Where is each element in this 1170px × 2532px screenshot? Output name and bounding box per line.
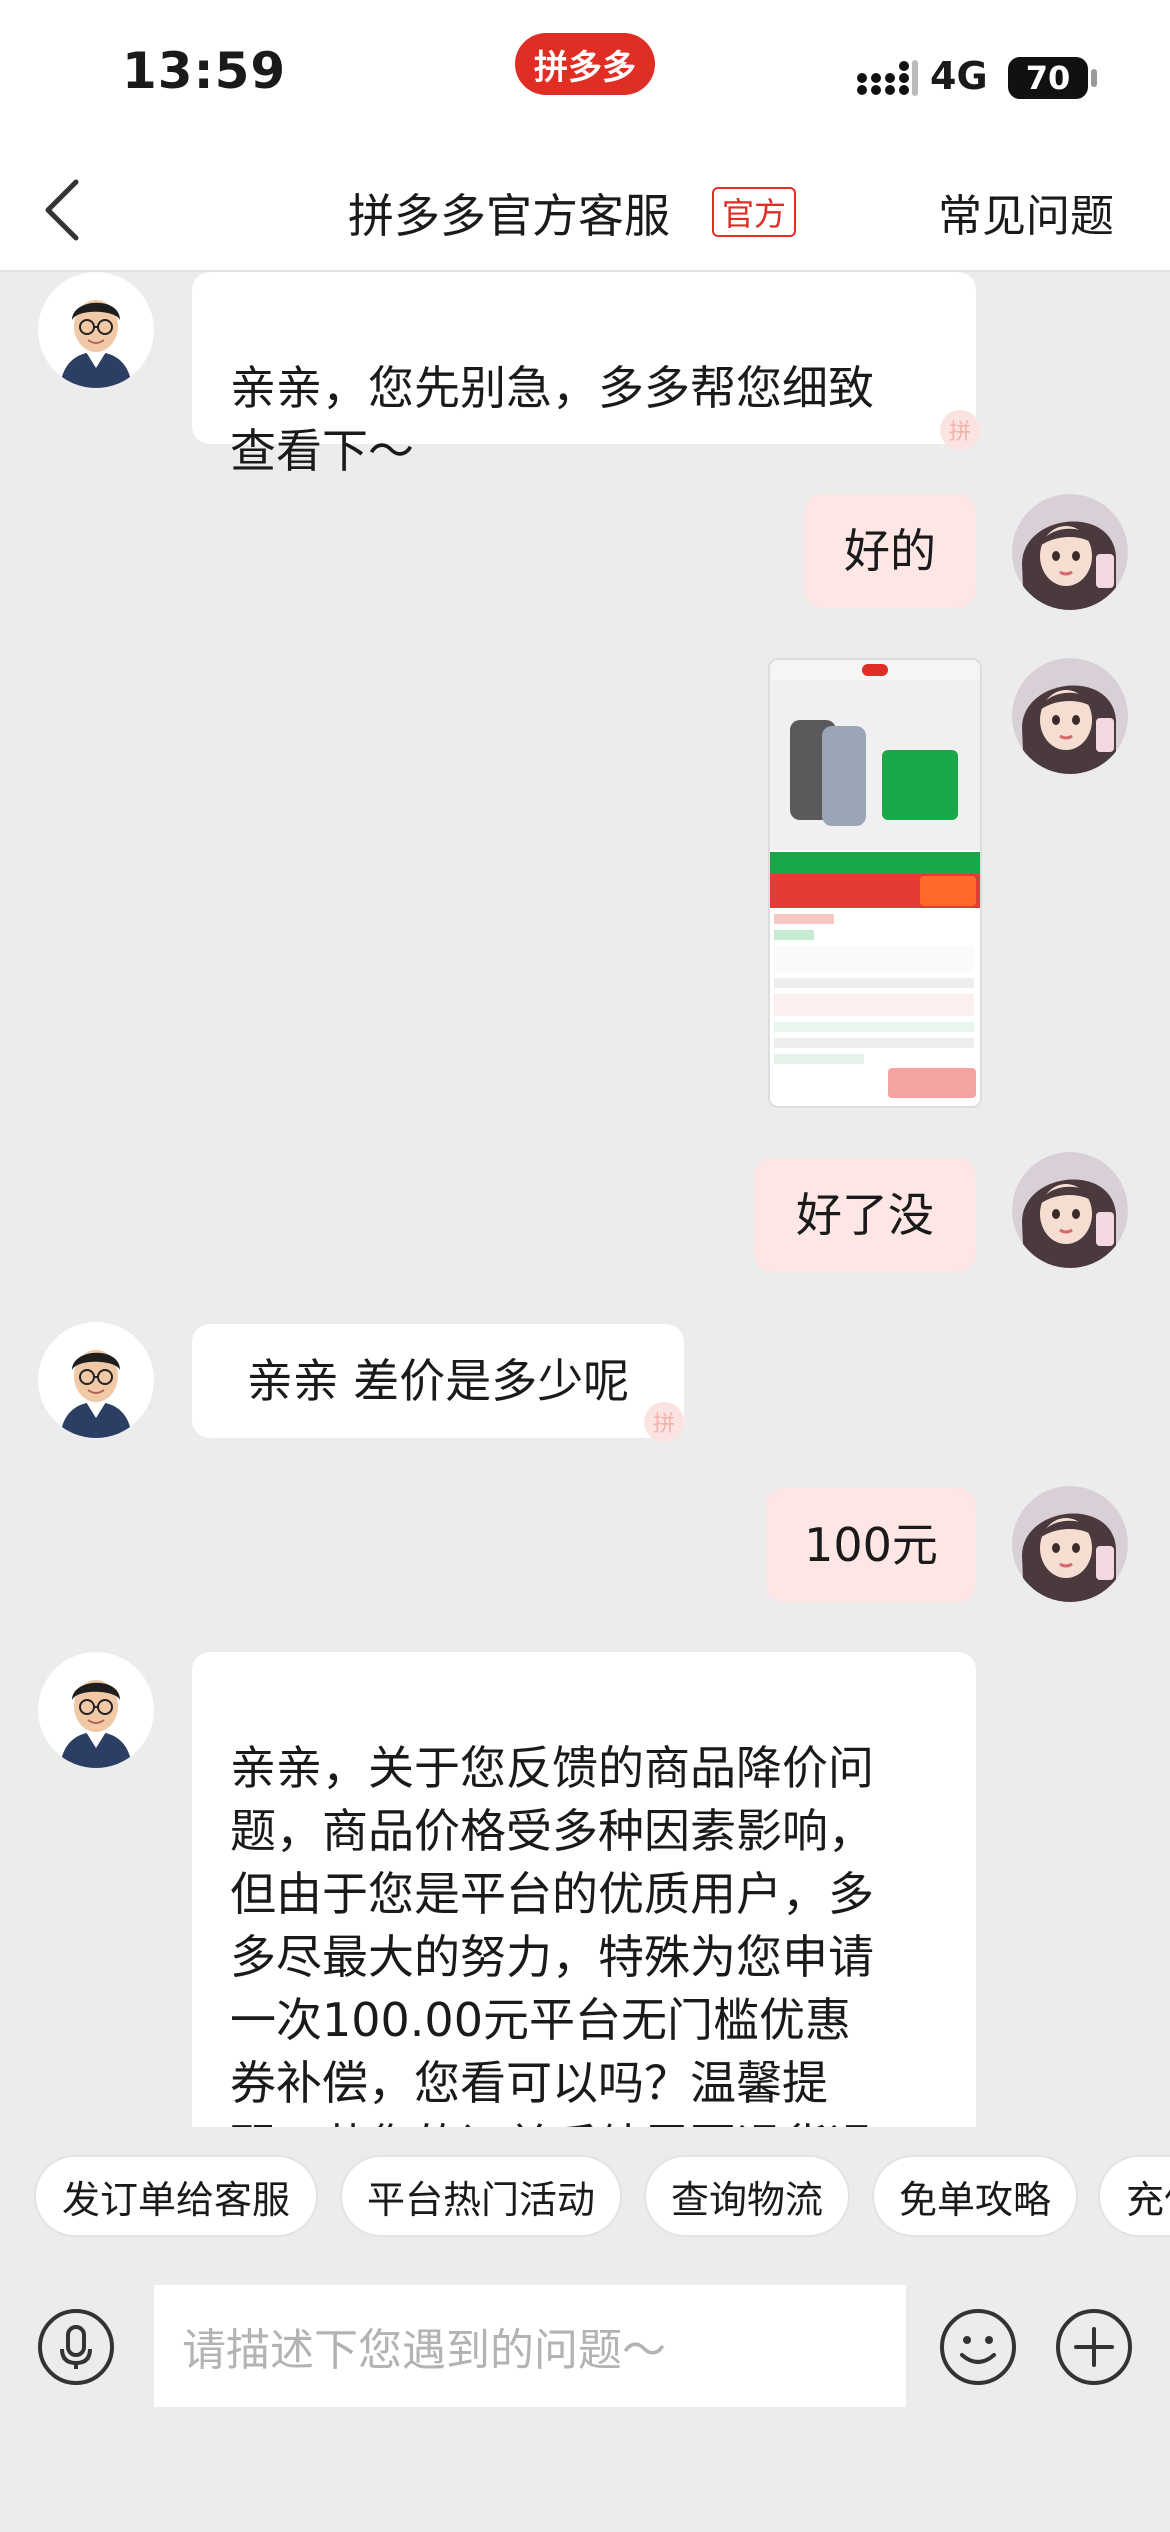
agent-avatar[interactable] (38, 272, 154, 388)
user-message[interactable]: 好了没 (754, 1158, 976, 1272)
input-bar: 请描述下您遇到的问题～ (0, 2267, 1170, 2532)
message-text: 好了没 (796, 1187, 934, 1242)
user-avatar[interactable] (1012, 1486, 1128, 1602)
chat-area[interactable]: 亲亲，您先别急，多多帮您细致 查看下～ 拼 好的 好了没 亲亲 差价是多少呢 拼… (0, 272, 1170, 2127)
page-title: 拼多多官方客服 (348, 189, 670, 243)
message-text: 100元 (804, 1517, 938, 1572)
user-message[interactable]: 好的 (804, 494, 976, 608)
image-message[interactable] (768, 658, 982, 1108)
message-text: 亲亲 差价是多少呢 (246, 1353, 630, 1408)
pdd-watermark-icon: 拼 (940, 410, 980, 450)
emoji-icon[interactable] (938, 2307, 1018, 2387)
pdd-watermark-icon: 拼 (644, 1402, 684, 1442)
quick-reply-bar: 发订单给客服 平台热门活动 查询物流 免单攻略 充值 (0, 2127, 1170, 2267)
microphone-icon[interactable] (36, 2307, 116, 2387)
battery-tip-icon (1091, 69, 1097, 87)
user-avatar[interactable] (1012, 494, 1128, 610)
agent-avatar[interactable] (38, 1322, 154, 1438)
nav-bar: 拼多多官方客服 官方 常见问题 (0, 150, 1170, 272)
quick-reply-track-shipping[interactable]: 查询物流 (644, 2155, 850, 2237)
agent-message[interactable]: 亲亲，关于您反馈的商品降价问 题，商品价格受多种因素影响， 但由于您是平台的优质… (192, 1652, 976, 2127)
battery-indicator: 70 (1008, 57, 1088, 99)
quick-reply-recharge[interactable]: 充值 (1098, 2155, 1170, 2237)
back-arrow-icon[interactable] (40, 178, 84, 242)
network-type: 4G (930, 54, 988, 98)
plus-icon[interactable] (1054, 2307, 1134, 2387)
quick-reply-hot-events[interactable]: 平台热门活动 (340, 2155, 622, 2237)
user-avatar[interactable] (1012, 1152, 1128, 1268)
official-badge: 官方 (712, 187, 797, 237)
message-text: 亲亲，关于您反馈的商品降价问 题，商品价格受多种因素影响， 但由于您是平台的优质… (230, 1741, 874, 2127)
message-text: 好的 (844, 523, 936, 578)
quick-reply-send-order[interactable]: 发订单给客服 (34, 2155, 318, 2237)
user-avatar[interactable] (1012, 658, 1128, 774)
brand-badge: 拼多多 (515, 33, 655, 95)
message-input[interactable]: 请描述下您遇到的问题～ (154, 2285, 906, 2407)
message-text: 亲亲，您先别急，多多帮您细致 查看下～ (230, 361, 874, 478)
status-time: 13:59 (122, 42, 287, 100)
user-message[interactable]: 100元 (766, 1488, 976, 1602)
signal-icon (857, 60, 918, 96)
agent-message[interactable]: 亲亲，您先别急，多多帮您细致 查看下～ (192, 272, 976, 478)
status-bar: 13:59 拼多多 4G 70 (0, 0, 1170, 150)
product-screenshot-icon (770, 660, 980, 1106)
agent-avatar[interactable] (38, 1652, 154, 1768)
faq-link[interactable]: 常见问题 (938, 180, 1114, 244)
quick-reply-free-order-guide[interactable]: 免单攻略 (872, 2155, 1078, 2237)
agent-message[interactable]: 亲亲 差价是多少呢 (192, 1324, 684, 1438)
